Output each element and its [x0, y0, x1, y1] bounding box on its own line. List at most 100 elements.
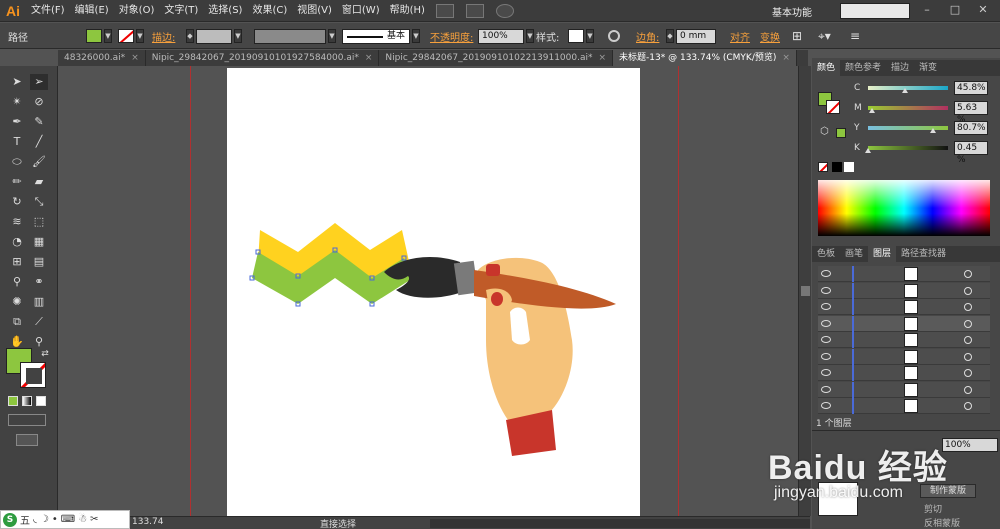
layer-row[interactable]: [818, 398, 990, 414]
tab-pathfinder[interactable]: 路径查找器: [896, 246, 951, 262]
graph-tool-icon[interactable]: ▥: [30, 294, 48, 310]
slider-c-track[interactable]: [868, 86, 948, 90]
width-tool-icon[interactable]: ≋: [8, 214, 26, 230]
white-swatch[interactable]: [844, 162, 854, 172]
slider-y-track[interactable]: [868, 126, 948, 130]
stroke-color-box[interactable]: [20, 362, 46, 388]
free-transform-icon[interactable]: ⬚: [30, 214, 48, 230]
layer-row[interactable]: [818, 315, 990, 332]
pen-tool-icon[interactable]: ✒: [8, 114, 26, 130]
target-icon[interactable]: [964, 336, 972, 344]
layer-row[interactable]: [818, 266, 990, 282]
perspective-grid-icon[interactable]: ▦: [30, 234, 48, 250]
slider-k-thumb[interactable]: [865, 148, 872, 153]
target-icon[interactable]: [964, 385, 972, 394]
pencil-icon[interactable]: ✏: [8, 174, 26, 190]
layer-thumbnail: [904, 349, 918, 364]
type-tool-icon[interactable]: T: [8, 134, 26, 150]
ime-mode[interactable]: 五: [20, 512, 30, 527]
target-icon[interactable]: [964, 352, 972, 361]
paintbrush-icon[interactable]: 🖌: [30, 154, 48, 170]
slice-tool-icon[interactable]: ⟋: [30, 314, 48, 330]
none-swatch[interactable]: [818, 162, 828, 172]
tab-swatches[interactable]: 色板: [812, 246, 840, 262]
blend-tool-icon[interactable]: ⚭: [30, 274, 48, 290]
ime-keyboard-icon[interactable]: ⌨: [61, 514, 75, 525]
slider-k-track[interactable]: [868, 146, 948, 150]
eye-icon[interactable]: [821, 402, 831, 409]
zoom-level[interactable]: 133.74: [132, 517, 164, 527]
slider-k-value[interactable]: 0.45 %: [954, 141, 988, 165]
eye-icon[interactable]: [821, 352, 831, 360]
mesh-tool-icon[interactable]: ⊞: [8, 254, 26, 270]
target-icon[interactable]: [964, 402, 972, 410]
layer-row[interactable]: [818, 282, 990, 299]
screen-mode-icon[interactable]: [16, 434, 38, 446]
color-mode-icon[interactable]: [8, 396, 18, 406]
horizontal-scrollbar[interactable]: [430, 519, 810, 528]
slider-y[interactable]: Y 80.7%: [812, 120, 1000, 138]
eraser-icon[interactable]: ▰: [30, 174, 48, 190]
selection-tool-icon[interactable]: ➤: [8, 74, 26, 90]
eye-icon[interactable]: [821, 286, 831, 294]
tab-brushes[interactable]: 画笔: [840, 246, 868, 262]
target-icon[interactable]: [964, 369, 972, 377]
slider-c[interactable]: C 45.8%: [812, 80, 1000, 98]
ime-punct-icon[interactable]: ◟: [33, 514, 37, 525]
lasso-icon[interactable]: ⊘: [30, 94, 48, 110]
target-icon[interactable]: [964, 303, 972, 311]
tab-layers[interactable]: 图层: [868, 246, 897, 262]
eye-icon[interactable]: [821, 385, 831, 393]
slider-y-value[interactable]: 80.7%: [954, 121, 988, 135]
target-icon[interactable]: [964, 286, 972, 295]
rotate-tool-icon[interactable]: ↻: [8, 194, 26, 210]
gradient-tool-icon[interactable]: ▤: [30, 254, 48, 270]
layer-row[interactable]: [818, 332, 990, 348]
swap-colors-icon[interactable]: ⇄: [36, 346, 54, 362]
eye-icon[interactable]: [821, 270, 831, 277]
eyedropper-icon[interactable]: ⚲: [8, 274, 26, 290]
direct-selection-tool-icon[interactable]: ➢: [30, 74, 48, 90]
eye-icon[interactable]: [821, 369, 831, 376]
layer-row[interactable]: [818, 365, 990, 381]
eye-icon[interactable]: [821, 303, 831, 310]
tab-gradient[interactable]: 渐变: [914, 60, 942, 76]
tab-color[interactable]: 颜色: [812, 60, 841, 76]
target-icon[interactable]: [964, 270, 972, 278]
scroll-thumb[interactable]: [801, 286, 810, 296]
slider-k[interactable]: K 0.45 %: [812, 140, 1000, 165]
slider-y-thumb[interactable]: [929, 128, 936, 133]
ime-skin-icon[interactable]: ☃: [78, 514, 87, 525]
ellipse-tool-icon[interactable]: ⬭: [8, 154, 26, 170]
black-swatch[interactable]: [832, 162, 842, 172]
scale-tool-icon[interactable]: ⤡: [30, 194, 48, 210]
shape-builder-icon[interactable]: ◔: [8, 234, 26, 250]
layer-row[interactable]: [818, 348, 990, 365]
slider-c-value[interactable]: 45.8%: [954, 81, 988, 95]
slider-m-track[interactable]: [868, 106, 948, 110]
layer-row[interactable]: [818, 381, 990, 398]
slider-c-thumb[interactable]: [901, 88, 908, 93]
eye-icon[interactable]: [821, 319, 831, 327]
ime-dot-icon[interactable]: •: [52, 514, 58, 525]
symbol-sprayer-icon[interactable]: ✺: [8, 294, 26, 310]
slider-m-value[interactable]: 5.63 %: [954, 101, 988, 125]
none-mode-icon[interactable]: [36, 396, 46, 406]
ime-moon-icon[interactable]: ☽: [40, 514, 49, 525]
watermark: Baidu 经验 jingyan.baidu.com: [760, 418, 1000, 529]
slider-m[interactable]: M 5.63 %: [812, 100, 1000, 125]
curvature-tool-icon[interactable]: ✎: [30, 114, 48, 130]
ime-tools-icon[interactable]: ✂: [90, 514, 98, 525]
line-tool-icon[interactable]: ╱: [30, 134, 48, 150]
tab-color-guide[interactable]: 颜色参考: [840, 60, 886, 76]
tab-stroke[interactable]: 描边: [886, 60, 914, 76]
layer-row[interactable]: [818, 299, 990, 315]
ime-logo-icon[interactable]: S: [3, 512, 17, 527]
artboard-tool-icon[interactable]: ⧉: [8, 314, 26, 330]
eye-icon[interactable]: [821, 336, 831, 343]
target-icon[interactable]: [964, 319, 972, 328]
magic-wand-icon[interactable]: ✴: [8, 94, 26, 110]
drawing-modes-icon[interactable]: [8, 414, 46, 426]
gradient-mode-icon[interactable]: [22, 396, 32, 406]
slider-m-thumb[interactable]: [869, 108, 876, 113]
